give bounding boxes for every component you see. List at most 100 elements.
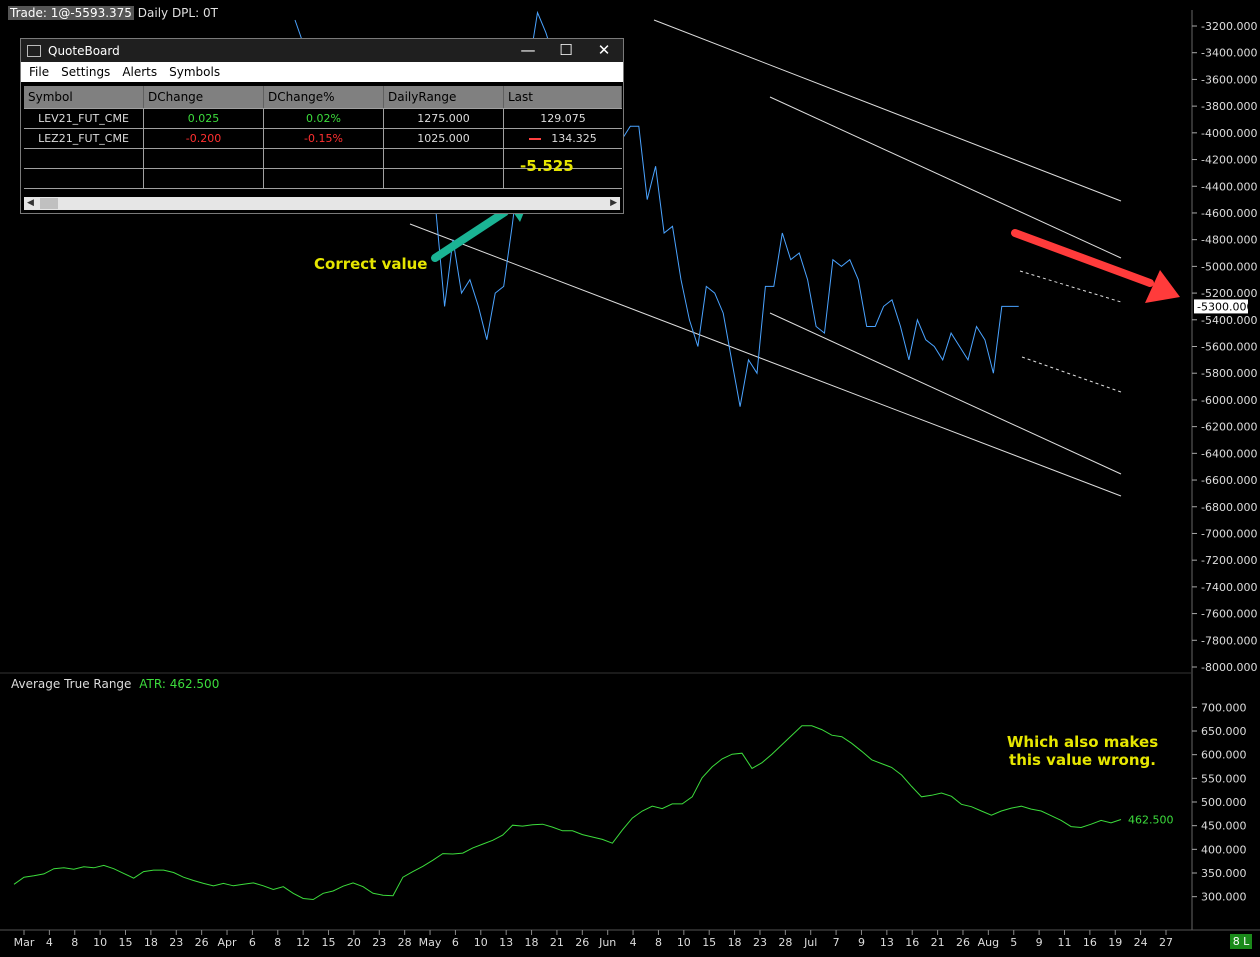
price-tick-label: -7200.000	[1201, 554, 1257, 567]
price-tick-label: -5200.000	[1201, 287, 1257, 300]
atr-indicator-title: Average True Range ATR: 462.500	[11, 677, 219, 691]
date-tick-label: 26	[956, 936, 970, 949]
note-line-2: this value wrong.	[1009, 751, 1156, 769]
quoteboard-titlebar[interactable]: QuoteBoard — ☐ ✕	[21, 39, 623, 62]
price-tick-label: -3600.000	[1201, 73, 1257, 86]
close-button[interactable]: ✕	[585, 39, 623, 62]
cell-daily-range: 1025.000	[384, 129, 504, 148]
price-axis: -3200.000 -3400.000 -3600.000 -3800.000 -400…	[1192, 20, 1257, 674]
price-tick-label: -6800.000	[1201, 501, 1257, 514]
atr-tick-label: 550.000	[1201, 772, 1247, 785]
price-tick-label: -5800.000	[1201, 367, 1257, 380]
price-tick-label: -4000.000	[1201, 127, 1257, 140]
date-tick-label: 8	[274, 936, 281, 949]
price-tick-label: -5000.000	[1201, 260, 1257, 273]
date-tick-label: 19	[1108, 936, 1122, 949]
date-tick-label: 13	[880, 936, 894, 949]
price-tick-label: -7000.000	[1201, 527, 1257, 540]
date-tick-label: 4	[46, 936, 53, 949]
minimize-button[interactable]: —	[509, 39, 547, 62]
cell-dchange: -0.200	[144, 129, 264, 148]
menu-file[interactable]: File	[23, 65, 55, 79]
date-tick-label: 21	[931, 936, 945, 949]
cell-dchange-pct: 0.02%	[264, 109, 384, 128]
menu-settings[interactable]: Settings	[55, 65, 116, 79]
atr-tick-label: 500.000	[1201, 796, 1247, 809]
channel-lower	[409, 223, 1122, 497]
atr-value-label: ATR: 462.500	[139, 677, 220, 691]
date-tick-label: 9	[1036, 936, 1043, 949]
date-tick-label: 28	[398, 936, 412, 949]
date-tick-label: 8	[655, 936, 662, 949]
channel-mid-upper	[769, 96, 1122, 259]
menu-symbols[interactable]: Symbols	[163, 65, 226, 79]
cell-last: 134.325	[504, 129, 622, 148]
date-tick-label: 6	[452, 936, 459, 949]
atr-tick-label: 400.000	[1201, 843, 1247, 856]
date-tick-label: 23	[753, 936, 767, 949]
status-bar: Trade: 1@-5593.375 Daily DPL: 0T	[8, 6, 218, 20]
price-tick-label: -7600.000	[1201, 608, 1257, 621]
column-header-symbol[interactable]: Symbol	[24, 86, 144, 108]
date-tick-label: 21	[550, 936, 564, 949]
scroll-left-icon[interactable]: ◀	[27, 197, 34, 210]
cell-symbol: LEZ21_FUT_CME	[24, 129, 144, 148]
date-tick-label: 26	[575, 936, 589, 949]
atr-axis: 700.000 650.000 600.000 550.000 500.000 450.0…	[1192, 701, 1247, 904]
date-tick-label: 10	[677, 936, 691, 949]
atr-tick-label: 450.000	[1201, 820, 1247, 833]
quoteboard-window: QuoteBoard — ☐ ✕ File Settings Alerts Sy…	[20, 38, 624, 214]
date-tick-label: 13	[499, 936, 513, 949]
cell-symbol: LEV21_FUT_CME	[24, 109, 144, 128]
date-tick-label: 16	[905, 936, 919, 949]
cell-last-value: 134.325	[551, 132, 597, 145]
date-tick-label: Jul	[803, 936, 817, 949]
date-axis: Mar 4 8 10 15 18 23 26 Apr 6 8 12 15 20 23 28 May 6 10 13 18…	[14, 930, 1173, 949]
scroll-right-icon[interactable]: ▶	[610, 197, 617, 210]
date-tick-label: 11	[1057, 936, 1071, 949]
date-tick-label: 10	[474, 936, 488, 949]
green-arrow-shaft	[431, 208, 509, 262]
column-header-dchange[interactable]: DChange	[144, 86, 264, 108]
date-tick-label: 23	[372, 936, 386, 949]
column-header-last[interactable]: Last	[504, 86, 622, 108]
current-price-label: -5300.000	[1197, 300, 1253, 313]
correct-value-annotation: Correct value	[314, 255, 428, 273]
menu-bar: File Settings Alerts Symbols	[21, 62, 623, 82]
atr-tick-label: 700.000	[1201, 701, 1247, 714]
column-header-dchange-pct[interactable]: DChange%	[264, 86, 384, 108]
app-window-icon	[27, 44, 41, 57]
price-tick-label: -5400.000	[1201, 314, 1257, 327]
note-annotation: Which also makes this value wrong.	[1000, 733, 1165, 769]
price-tick-label: -5600.000	[1201, 341, 1257, 354]
mini-channel-lower	[1021, 356, 1122, 393]
date-tick-label: 23	[169, 936, 183, 949]
date-tick-label: 7	[833, 936, 840, 949]
maximize-button[interactable]: ☐	[547, 39, 585, 62]
date-tick-label: Aug	[978, 936, 999, 949]
price-tick-label: -6400.000	[1201, 447, 1257, 460]
date-tick-label: 10	[93, 936, 107, 949]
atr-last-value: 462.500	[1128, 813, 1174, 826]
date-tick-label: 15	[119, 936, 133, 949]
date-tick-label: 28	[778, 936, 792, 949]
atr-line	[13, 725, 1122, 901]
date-tick-label: 15	[322, 936, 336, 949]
scroll-thumb[interactable]	[40, 198, 58, 209]
table-row[interactable]: LEZ21_FUT_CME -0.200 -0.15% 1025.000 134…	[24, 129, 622, 149]
table-row[interactable]: LEV21_FUT_CME 0.025 0.02% 1275.000 129.0…	[24, 109, 622, 129]
window-title: QuoteBoard	[48, 43, 120, 58]
date-tick-label: Apr	[218, 936, 238, 949]
column-header-daily-range[interactable]: DailyRange	[384, 86, 504, 108]
horizontal-scrollbar[interactable]: ◀ ▶	[24, 197, 620, 210]
computed-value-annotation: -5.525	[520, 157, 574, 175]
down-tick-marker	[529, 137, 542, 140]
price-tick-label: -8000.000	[1201, 661, 1257, 674]
price-tick-label: -7800.000	[1201, 634, 1257, 647]
date-tick-label: 8	[71, 936, 78, 949]
menu-alerts[interactable]: Alerts	[116, 65, 163, 79]
channel-upper	[653, 19, 1122, 202]
price-tick-label: -7400.000	[1201, 581, 1257, 594]
date-tick-label: 9	[858, 936, 865, 949]
price-tick-label: -6200.000	[1201, 421, 1257, 434]
